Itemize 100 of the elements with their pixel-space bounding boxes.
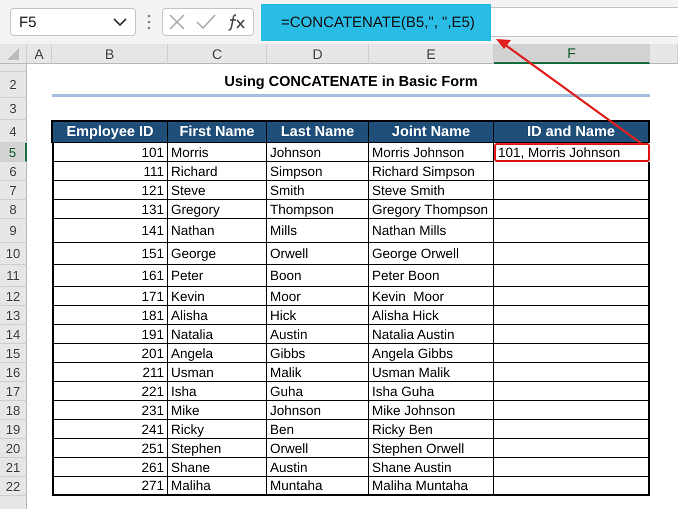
cancel-icon[interactable] [168,14,185,30]
table-cell: Maliha Muntaha [369,477,494,496]
table-cell: Gregory [168,200,267,219]
table-cell: Smith [267,181,369,200]
column-header[interactable]: F [494,44,650,64]
table-cell: 111 [52,162,168,181]
table-cell: 231 [52,401,168,420]
table-cell: Steve Smith [369,181,494,200]
table-cell: Morris [168,143,267,162]
table-cell: Gregory Thompson [369,200,494,219]
column-header[interactable]: C [168,44,267,64]
table-cell: Natalia [168,325,267,344]
column-heading: Joint Name [368,120,494,143]
table-cell: Nathan [168,219,267,243]
table-cell: Stephen Orwell [369,439,494,458]
table-cell: Angela Gibbs [369,344,494,363]
table-cell: 251 [52,439,168,458]
table-cell: 161 [52,265,168,287]
check-icon[interactable] [196,14,216,30]
table-cell: Johnson [267,143,369,162]
row-number[interactable]: 4 [0,120,27,143]
row-number[interactable]: 10 [0,243,27,265]
table-cell: 261 [52,458,168,477]
table-cell: 241 [52,420,168,439]
row-number[interactable]: 18 [0,401,27,420]
table-cell: 191 [52,325,168,344]
table-cell: Isha Guha [369,382,494,401]
column-header[interactable]: B [52,44,168,64]
row-number[interactable]: 13 [0,306,27,325]
table-cell: Peter Boon [369,265,494,287]
row-number[interactable]: 6 [0,162,27,181]
table-cell: Guha [267,382,369,401]
row-number[interactable]: 12 [0,287,27,306]
table-cell: Richard Simpson [369,162,494,181]
table-cell: 121 [52,181,168,200]
table-cell: Usman Malik [369,363,494,382]
table-cell: 271 [52,477,168,496]
formula-text: =CONCATENATE(B5,", ",E5) [261,4,491,41]
select-all-icon[interactable] [7,48,19,60]
row-number[interactable]: 20 [0,439,27,458]
table-cell: 151 [52,243,168,265]
row-number[interactable]: 21 [0,458,27,477]
row-number[interactable]: 15 [0,344,27,363]
table-cell: Thompson [267,200,369,219]
table-cell: Maliha [168,477,267,496]
table-cell: Peter [168,265,267,287]
table-cell: Muntaha [267,477,369,496]
table-cell: 201 [52,344,168,363]
table-cell: Mike [168,401,267,420]
row-number[interactable]: 16 [0,363,27,382]
table-cell: Kevin [168,287,267,306]
table-cell: Malik [267,363,369,382]
table-cell: Ricky Ben [369,420,494,439]
table-cell: Usman [168,363,267,382]
row-number[interactable]: 2 [0,72,27,98]
table-cell: Kevin Moor [369,287,494,306]
table-cell: 101, Morris Johnson [494,143,650,162]
column-heading: ID and Name [493,120,650,143]
function-icon[interactable] [227,13,248,31]
column-header[interactable]: A [27,44,52,64]
table-cell: Ricky [168,420,267,439]
table-cell: Alisha Hick [369,306,494,325]
table-cell: 141 [52,219,168,243]
table-cell: Alisha [168,306,267,325]
row-number[interactable]: 14 [0,325,27,344]
table-cell: Johnson [267,401,369,420]
table-cell: Richard [168,162,267,181]
column-heading: Employee ID [51,120,168,143]
table-cell: 101 [52,143,168,162]
name-box[interactable]: F5 [10,8,136,36]
table-cell: 221 [52,382,168,401]
table-cell: Austin [267,458,369,477]
table-cell: Orwell [267,439,369,458]
cell-reference: F5 [19,14,37,30]
chevron-down-icon[interactable] [113,18,127,26]
row-number[interactable]: 19 [0,420,27,439]
table-cell: Morris Johnson [369,143,494,162]
row-number[interactable]: 9 [0,219,27,243]
row-number[interactable]: 11 [0,265,27,287]
row-number[interactable]: 3 [0,98,27,120]
row-number[interactable]: 5 [0,143,27,162]
column-heading: First Name [167,120,267,143]
column-header[interactable]: E [369,44,494,64]
row-number[interactable]: 7 [0,181,27,200]
table-cell: Mills [267,219,369,243]
table-cell: 131 [52,200,168,219]
table-cell: Shane Austin [369,458,494,477]
select-all-button[interactable] [0,44,27,64]
column-header[interactable]: D [267,44,369,64]
row-number[interactable]: 22 [0,477,27,496]
table-cell: 171 [52,287,168,306]
row-number[interactable]: 17 [0,382,27,401]
table-cell: Boon [267,265,369,287]
row-number[interactable]: 8 [0,200,27,219]
table-cell: Orwell [267,243,369,265]
table-cell: Stephen [168,439,267,458]
table-cell: Shane [168,458,267,477]
table-cell: Gibbs [267,344,369,363]
column-heading: Last Name [266,120,369,143]
sheet-title: Using CONCATENATE in Basic Form [52,72,650,97]
